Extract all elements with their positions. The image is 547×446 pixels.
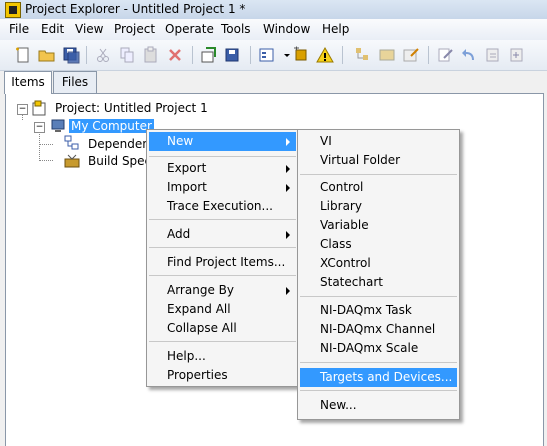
menu-file[interactable]: File (9, 22, 29, 36)
tab-strip: Items Files (0, 71, 547, 94)
tree-connector (39, 131, 40, 161)
menu-window[interactable]: Window (263, 22, 310, 36)
menu-separator (300, 296, 457, 297)
submenu-arrow-icon (286, 287, 290, 295)
submenu-item-class[interactable]: Class (300, 235, 457, 254)
toolbar (0, 40, 547, 71)
submenu-arrow-icon (286, 184, 290, 192)
toolbar-separator (342, 46, 343, 64)
menu-separator (149, 247, 296, 248)
new-file-icon[interactable] (14, 46, 32, 64)
build-save-icon[interactable] (224, 46, 242, 64)
build-icon[interactable] (200, 46, 218, 64)
submenu-arrow-icon (286, 231, 290, 239)
submenu-arrow-icon (286, 138, 290, 146)
submenu-item-daqmx-task[interactable]: NI-DAQmx Task (300, 301, 457, 320)
menu-separator (149, 219, 296, 220)
menu-edit[interactable]: Edit (41, 22, 64, 36)
window-title: Project Explorer - Untitled Project 1 * (25, 2, 246, 16)
tree-item-my-computer[interactable]: My Computer (69, 118, 154, 135)
copy-icon[interactable] (118, 46, 136, 64)
context-menu: New Export Import Trace Execution... Add… (146, 129, 299, 387)
collapse-project-toggle[interactable]: − (17, 104, 28, 115)
menu-item-properties[interactable]: Properties (149, 366, 296, 385)
labview-app-icon (5, 2, 21, 18)
submenu-item-virtual-folder[interactable]: Virtual Folder (300, 151, 457, 170)
delete-icon[interactable] (166, 46, 184, 64)
toolbar-separator (428, 46, 429, 64)
redo-icon[interactable] (484, 46, 502, 64)
submenu-item-library[interactable]: Library (300, 197, 457, 216)
menu-item-export[interactable]: Export (149, 159, 296, 178)
menu-separator (300, 174, 457, 175)
menu-separator (149, 156, 296, 157)
submenu-item-new-dots[interactable]: New... (300, 396, 457, 415)
menu-separator (149, 341, 296, 342)
warning-icon[interactable] (316, 46, 334, 64)
save-all-icon[interactable] (62, 46, 80, 64)
toolbar-separator (86, 46, 87, 64)
submenu-item-daqmx-scale[interactable]: NI-DAQmx Scale (300, 339, 457, 358)
toolbar-separator (192, 46, 193, 64)
edit-icon[interactable] (402, 46, 420, 64)
menu-project[interactable]: Project (114, 22, 155, 36)
probe-icon[interactable] (436, 46, 454, 64)
open-folder-icon[interactable] (38, 46, 56, 64)
settings-icon[interactable] (378, 46, 396, 64)
dependencies-icon (64, 135, 80, 151)
submenu-item-vi[interactable]: VI (300, 132, 457, 151)
menu-item-trace-execution[interactable]: Trace Execution... (149, 197, 296, 216)
title-bar: Project Explorer - Untitled Project 1 * (0, 0, 547, 20)
tree-item-project[interactable]: Project: Untitled Project 1 (55, 100, 208, 117)
submenu-arrow-icon (286, 165, 290, 173)
menu-item-add[interactable]: Add (149, 225, 296, 244)
menu-tools[interactable]: Tools (221, 22, 251, 36)
menu-item-find-project-items[interactable]: Find Project Items... (149, 253, 296, 272)
menu-item-collapse-all[interactable]: Collapse All (149, 319, 296, 338)
tab-files[interactable]: Files (53, 71, 97, 93)
menu-operate[interactable]: Operate (165, 22, 214, 36)
menu-item-arrange-by[interactable]: Arrange By (149, 281, 296, 300)
menu-separator (300, 362, 457, 363)
new-submenu: VI Virtual Folder Control Library Variab… (297, 129, 460, 420)
tab-items[interactable]: Items (4, 71, 52, 94)
expand-icon[interactable] (508, 46, 526, 64)
view-icon[interactable] (258, 46, 276, 64)
submenu-item-statechart[interactable]: Statechart (300, 273, 457, 292)
menu-separator (300, 390, 457, 391)
menu-separator (149, 275, 296, 276)
undo-icon[interactable] (460, 46, 478, 64)
toolbar-separator (250, 46, 251, 64)
cut-icon[interactable] (94, 46, 112, 64)
menu-bar: File Edit View Project Operate Tools Win… (0, 19, 547, 41)
submenu-item-control[interactable]: Control (300, 178, 457, 197)
menu-item-help[interactable]: Help... (149, 347, 296, 366)
menu-help[interactable]: Help (322, 22, 349, 36)
menu-item-import[interactable]: Import (149, 178, 296, 197)
tree-connector (39, 160, 53, 161)
submenu-item-xcontrol[interactable]: XControl (300, 254, 457, 273)
submenu-item-variable[interactable]: Variable (300, 216, 457, 235)
submenu-item-daqmx-channel[interactable]: NI-DAQmx Channel (300, 320, 457, 339)
menu-item-new[interactable]: New (149, 132, 296, 151)
menu-view[interactable]: View (75, 22, 103, 36)
chevron-down-icon[interactable] (278, 46, 290, 64)
paste-icon[interactable] (142, 46, 160, 64)
collapse-computer-toggle[interactable]: − (34, 122, 45, 133)
menu-item-expand-all[interactable]: Expand All (149, 300, 296, 319)
hierarchy-icon[interactable] (354, 46, 372, 64)
computer-icon (50, 118, 66, 134)
submenu-item-targets-and-devices[interactable]: Targets and Devices... (300, 368, 457, 387)
build-specifications-icon (64, 153, 80, 169)
tree-connector (39, 144, 53, 145)
project-icon (32, 100, 48, 116)
target-icon[interactable] (292, 46, 310, 64)
